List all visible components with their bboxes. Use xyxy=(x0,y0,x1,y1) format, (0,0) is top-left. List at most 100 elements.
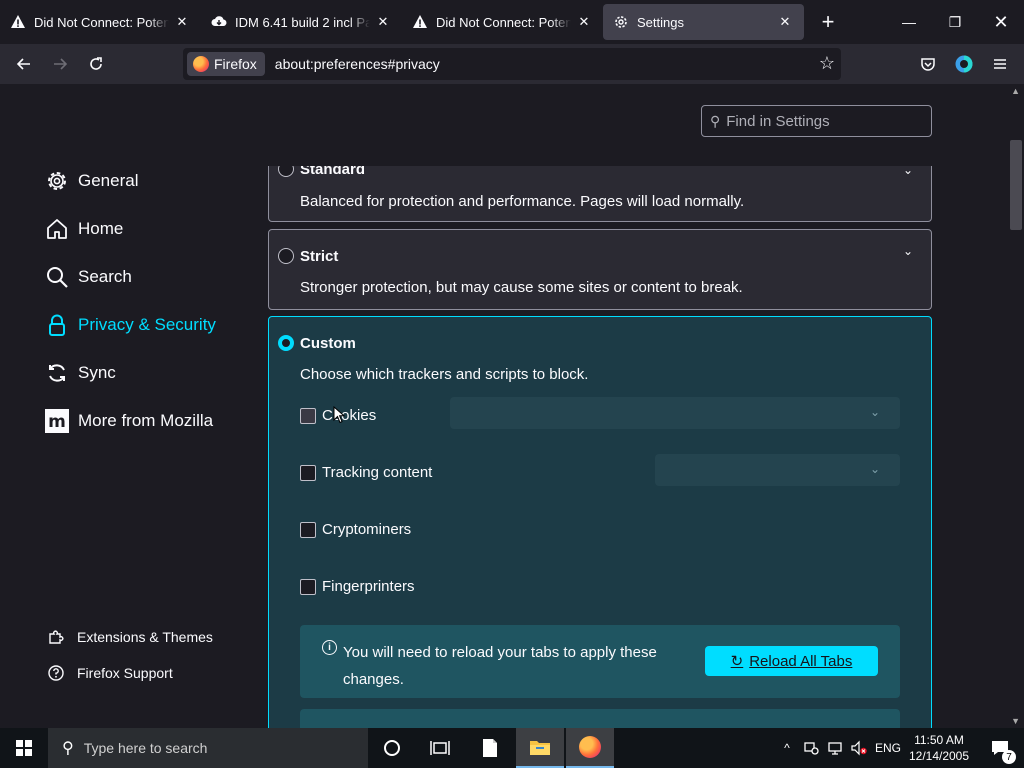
restore-button[interactable]: ❐ xyxy=(932,0,978,44)
tab-security-warning-1[interactable]: Did Not Connect: Potential Security Issu… xyxy=(0,0,201,44)
firefox-logo-icon xyxy=(193,56,209,72)
cortana-button[interactable] xyxy=(368,728,416,768)
cookies-checkbox[interactable] xyxy=(300,407,316,424)
network-icon[interactable] xyxy=(824,728,846,768)
arrow-left-icon xyxy=(16,58,30,70)
close-icon[interactable]: ✕ xyxy=(374,13,392,31)
sidebar-footer-extensions-themes[interactable]: Extensions & Themes xyxy=(47,628,213,646)
chevron-down-icon[interactable]: ⌄ xyxy=(903,244,913,258)
sidebar-item-label: More from Mozilla xyxy=(78,411,214,430)
custom-option-tracking-content[interactable]: Tracking content xyxy=(300,464,432,481)
sidebar-item-more-from-mozilla[interactable]: m More from Mozilla xyxy=(44,408,213,434)
taskbar-firefox[interactable] xyxy=(566,728,614,768)
sidebar-item-home[interactable]: Home xyxy=(44,216,123,242)
task-view-button[interactable] xyxy=(416,728,464,768)
clock-date: 12/14/2005 xyxy=(908,749,970,763)
notification-count: 7 xyxy=(1002,750,1016,764)
taskbar-search-box[interactable]: ⚲ Type here to search xyxy=(48,728,368,768)
sidebar-item-label: Sync xyxy=(78,363,116,382)
tab-strip: Did Not Connect: Potential Security Issu… xyxy=(0,0,1024,44)
protection-option-strict[interactable]: Strict ⌄ Stronger protection, but may ca… xyxy=(268,229,932,310)
taskbar-clock[interactable]: 11:50 AM 12/14/2005 xyxy=(904,732,974,764)
sidebar-item-sync[interactable]: Sync xyxy=(44,360,116,386)
reload-button[interactable] xyxy=(80,48,112,80)
option-title: Standard xyxy=(300,166,366,178)
close-icon[interactable]: ✕ xyxy=(173,13,191,31)
start-button[interactable] xyxy=(0,728,48,768)
protection-option-standard[interactable]: Standard ⌄ Balanced for protection and p… xyxy=(268,166,932,222)
arrow-right-icon xyxy=(54,58,68,70)
url-bar[interactable]: Firefox about:preferences#privacy ☆ xyxy=(183,48,841,80)
input-language[interactable]: ENG xyxy=(872,728,904,768)
close-window-button[interactable]: ✕ xyxy=(978,0,1024,44)
taskbar-file-app[interactable] xyxy=(466,728,514,768)
reload-notification: i You will need to reload your tabs to a… xyxy=(300,625,900,698)
lock-icon xyxy=(44,312,70,338)
action-center-button[interactable]: 7 xyxy=(980,728,1020,768)
radio-standard[interactable] xyxy=(278,166,294,177)
sidebar-item-search[interactable]: Search xyxy=(44,264,132,290)
checkbox-label: Cryptominers xyxy=(322,521,412,538)
page-scrollbar[interactable]: ▲ ▼ xyxy=(1008,84,1024,728)
custom-option-fingerprinters[interactable]: Fingerprinters xyxy=(300,578,415,595)
home-icon xyxy=(44,216,70,242)
nav-bar: Firefox about:preferences#privacy ☆ xyxy=(0,44,1024,84)
cryptominers-checkbox[interactable] xyxy=(300,521,316,538)
sidebar-item-general[interactable]: General xyxy=(44,168,138,194)
custom-option-cryptominers[interactable]: Cryptominers xyxy=(300,521,411,538)
scroll-down-arrow-icon[interactable]: ▼ xyxy=(1011,716,1020,726)
mozilla-logo-icon: m xyxy=(44,408,70,434)
mouse-cursor-icon xyxy=(333,406,345,424)
new-tab-button[interactable]: + xyxy=(810,0,846,44)
settings-page: ⚲ Find in Settings General Home Search P… xyxy=(0,84,1024,728)
close-icon[interactable]: ✕ xyxy=(776,13,794,31)
identity-box[interactable]: Firefox xyxy=(187,52,265,76)
protection-option-custom[interactable]: Custom Choose which trackers and scripts… xyxy=(268,316,932,728)
warning-icon xyxy=(10,14,26,30)
back-button[interactable] xyxy=(8,48,40,80)
close-icon[interactable]: ✕ xyxy=(575,13,593,31)
reload-message: You will need to reload your tabs to app… xyxy=(343,644,657,688)
scroll-up-arrow-icon[interactable]: ▲ xyxy=(1011,86,1020,96)
gear-icon xyxy=(613,14,629,30)
tab-idm[interactable]: IDM 6.41 build 2 incl Patch ✕ xyxy=(201,0,402,44)
tracking-content-checkbox[interactable] xyxy=(300,464,316,481)
reload-button-label: Reload All Tabs xyxy=(749,652,853,670)
find-placeholder: Find in Settings xyxy=(726,112,830,130)
forward-button[interactable] xyxy=(44,48,76,80)
sidebar-item-privacy-security[interactable]: Privacy & Security xyxy=(44,312,216,338)
pocket-button[interactable] xyxy=(912,48,944,80)
option-description: Choose which trackers and scripts to blo… xyxy=(300,366,589,383)
warning-icon xyxy=(412,14,428,30)
gear-icon xyxy=(44,168,70,194)
url-text[interactable]: about:preferences#privacy xyxy=(275,56,440,72)
sidebar-item-label: Privacy & Security xyxy=(78,315,216,334)
network-sharing-icon[interactable] xyxy=(800,728,822,768)
windows-taskbar: ⚲ Type here to search ^ ENG 11:50 AM 12/… xyxy=(0,728,1024,768)
find-in-settings-input[interactable]: ⚲ Find in Settings xyxy=(701,105,932,137)
taskbar-file-explorer[interactable] xyxy=(516,728,564,768)
bookmark-star-icon[interactable]: ☆ xyxy=(819,53,835,74)
firefox-logo-icon xyxy=(579,736,601,758)
sidebar-footer-firefox-support[interactable]: Firefox Support xyxy=(47,664,173,682)
volume-muted-icon[interactable] xyxy=(848,728,870,768)
sidebar-footer-label: Extensions & Themes xyxy=(77,629,213,645)
reload-all-tabs-button[interactable]: ↻ Reload All Tabs xyxy=(705,646,878,676)
radio-custom[interactable] xyxy=(278,335,294,351)
fingerprinters-checkbox[interactable] xyxy=(300,578,316,595)
account-button[interactable] xyxy=(948,48,980,80)
tab-settings[interactable]: Settings ✕ xyxy=(603,4,804,40)
tab-security-warning-2[interactable]: Did Not Connect: Potential Security Issu… xyxy=(402,0,603,44)
show-hidden-icons-button[interactable]: ^ xyxy=(778,728,796,768)
taskbar-search-placeholder: Type here to search xyxy=(83,740,208,756)
radio-strict[interactable] xyxy=(278,248,294,264)
sidebar-item-label: Search xyxy=(78,267,132,286)
tracking-content-select[interactable]: ⌄ xyxy=(655,454,900,486)
document-icon xyxy=(483,739,497,757)
minimize-button[interactable]: — xyxy=(886,0,932,44)
cookies-select[interactable]: ⌄ xyxy=(450,397,900,429)
option-title: Custom xyxy=(300,335,356,352)
scroll-thumb[interactable] xyxy=(1010,140,1022,230)
chevron-down-icon[interactable]: ⌄ xyxy=(903,166,913,177)
app-menu-button[interactable] xyxy=(984,48,1016,80)
